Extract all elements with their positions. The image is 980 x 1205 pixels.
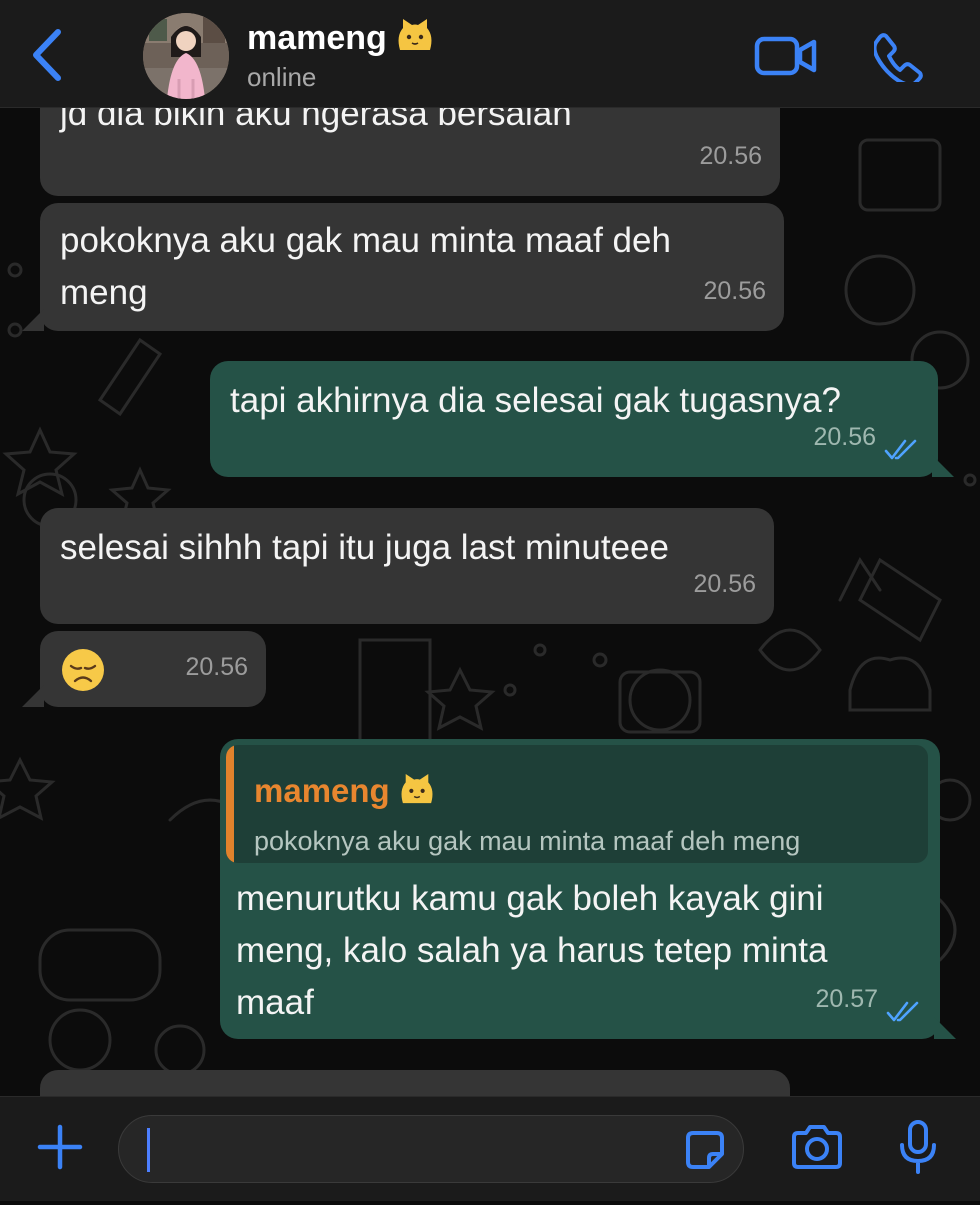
bubble-tail [932, 455, 954, 477]
contact-name-text: mameng [247, 19, 387, 57]
bubble-tail [934, 1017, 956, 1039]
message-text-line: maaf [236, 983, 314, 1022]
chevron-left-icon[interactable] [28, 28, 68, 82]
message-time: 20.56 [703, 277, 766, 305]
message-time: 20.56 [185, 653, 248, 681]
quote-author-name: mameng [254, 772, 390, 809]
cat-face-emoji [401, 773, 433, 804]
message-input[interactable] [118, 1115, 744, 1183]
disappointed-face-emoji [62, 649, 104, 691]
read-receipt-icon [886, 1001, 919, 1022]
message-text-line: menurutku kamu gak boleh kayak gini [236, 879, 824, 918]
avatar[interactable] [143, 13, 229, 99]
message-text-line: meng, kalo salah ya harus tetep minta [236, 931, 828, 970]
sticker-icon[interactable] [685, 1130, 725, 1170]
chat-header: mameng online [0, 0, 980, 108]
quote-text: pokoknya aku gak mau minta maaf deh meng [254, 826, 801, 856]
message-bubble-outgoing-reply[interactable]: mameng pokoknya aku gak mau minta maaf d… [220, 739, 940, 1039]
video-camera-icon[interactable] [754, 34, 818, 78]
message-time: 20.57 [815, 985, 878, 1013]
composer-bar [0, 1096, 980, 1201]
quote-accent-bar [226, 745, 234, 863]
camera-icon[interactable] [790, 1123, 844, 1171]
message-bubble-incoming[interactable]: pokoknya aku gak mau minta maaf deh meng… [40, 203, 784, 331]
quoted-message[interactable]: mameng pokoknya aku gak mau minta maaf d… [226, 745, 928, 863]
message-time: 20.56 [813, 423, 876, 451]
cat-face-emoji [398, 19, 432, 50]
message-text: tapi akhirnya dia selesai gak tugasnya? [230, 381, 841, 420]
plus-icon[interactable] [36, 1123, 84, 1171]
bubble-tail [22, 309, 44, 331]
message-time: 20.56 [693, 570, 756, 598]
contact-status: online [247, 62, 317, 92]
phone-icon[interactable] [874, 32, 924, 82]
message-text-line: pokoknya aku gak mau minta maaf deh [60, 221, 671, 260]
message-time: 20.56 [699, 142, 762, 170]
message-text: selesai sihhh tapi itu juga last minutee… [60, 528, 669, 567]
message-bubble-incoming[interactable]: 20.56 [40, 631, 266, 707]
message-text-line: meng [60, 273, 148, 312]
message-bubble-outgoing[interactable]: tapi akhirnya dia selesai gak tugasnya? … [210, 361, 938, 477]
message-bubble-incoming[interactable]: selesai sihhh tapi itu juga last minutee… [40, 508, 774, 624]
bubble-tail [22, 685, 44, 707]
microphone-icon[interactable] [898, 1119, 938, 1175]
quote-author: mameng [254, 765, 435, 817]
contact-name[interactable]: mameng [247, 18, 434, 58]
text-caret [147, 1128, 150, 1172]
read-receipt-icon [884, 439, 917, 460]
